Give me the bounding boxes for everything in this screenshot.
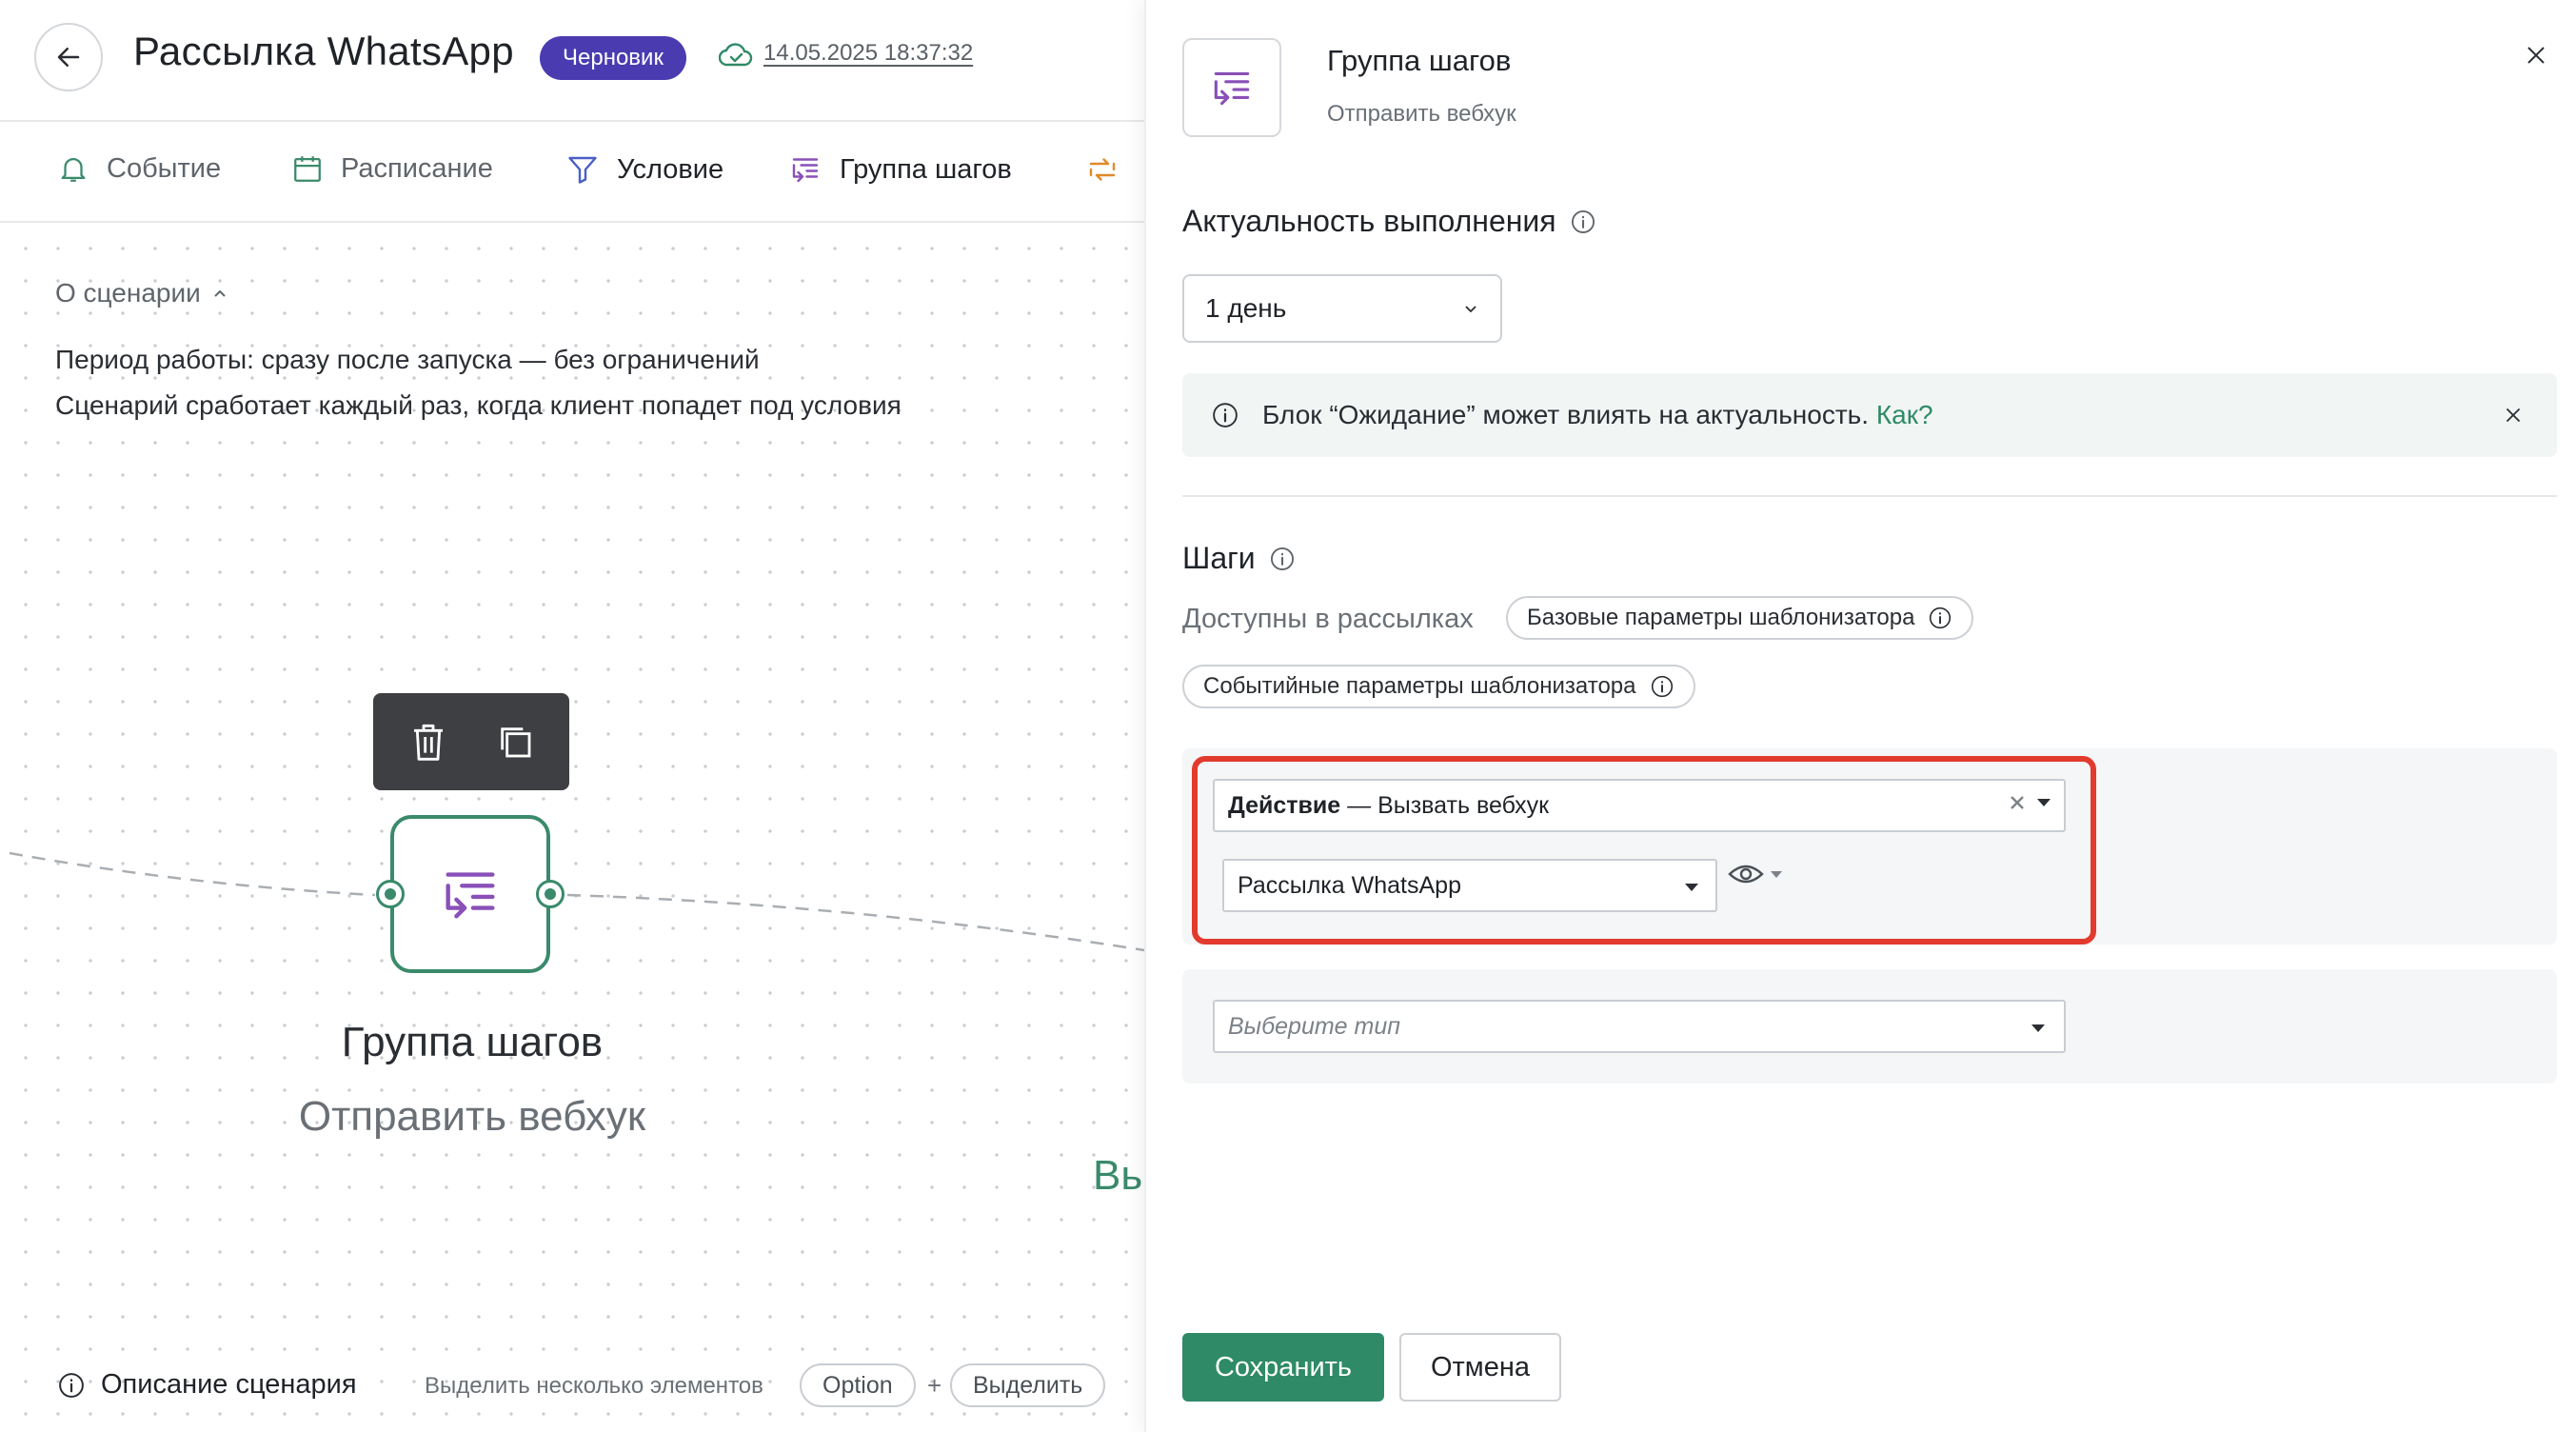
steps-title-text: Шаги (1182, 541, 1256, 575)
palette-item-next[interactable] (1085, 152, 1120, 187)
status-badge: Черновик (540, 36, 686, 80)
panel-title: Группа шагов (1327, 44, 1512, 77)
copy-icon (500, 727, 530, 758)
available-in-mailings-label: Доступны в рассылках (1182, 604, 1474, 634)
waiting-block-notice: Блок “Ожидание” может влиять на актуальн… (1182, 373, 2557, 457)
info-icon (1651, 675, 1673, 698)
close-icon (2506, 408, 2521, 423)
chip-label: Событийные параметры шаблонизатора (1203, 673, 1636, 699)
plus-sign: + (927, 1371, 942, 1400)
relevance-value: 1 день (1205, 293, 1287, 323)
scenario-header: Рассылка WhatsApp Черновик 14.05.2025 18… (0, 0, 1144, 122)
close-icon (2527, 47, 2545, 64)
info-icon (59, 1372, 84, 1398)
trash-icon (413, 724, 443, 761)
close-panel-button[interactable] (2517, 36, 2555, 74)
palette-item-condition[interactable]: Условие (565, 152, 723, 187)
section-divider (1182, 495, 2557, 497)
dismiss-notice-button[interactable] (2494, 396, 2532, 434)
basic-template-params-chip[interactable]: Базовые параметры шаблонизатора (1506, 596, 1974, 640)
relevance-section-title: Актуальность выполнения (1182, 204, 1596, 239)
relevance-title-text: Актуальность выполнения (1182, 204, 1556, 238)
about-toggle-label: О сценарии (55, 278, 201, 308)
next-node-label-partial: Вь (1093, 1152, 1143, 1199)
palette-item-schedule[interactable]: Расписание (291, 152, 493, 185)
block-palette: Событие Расписание Условие Группа шагов (0, 124, 1144, 223)
palette-item-label: Группа шагов (840, 153, 1012, 185)
description-link-label: Описание сценария (101, 1369, 357, 1400)
filter-icon (568, 156, 597, 184)
info-icon[interactable] (1269, 546, 1296, 572)
delete-node-button[interactable] (395, 708, 462, 775)
node-output-port[interactable] (536, 880, 565, 908)
calendar-icon (294, 156, 321, 182)
palette-item-label: Событие (107, 152, 222, 184)
notice-how-link[interactable]: Как? (1876, 400, 1933, 429)
bell-icon (61, 158, 86, 182)
highlight-frame (1192, 756, 2096, 945)
info-icon (1930, 607, 1952, 629)
dropdown-caret-icon (2031, 1024, 2045, 1032)
info-icon (1213, 403, 1238, 428)
cloud-check-icon (719, 43, 753, 67)
notice-text: Блок “Ожидание” может влиять на актуальн… (1262, 400, 1870, 429)
about-scenario-toggle[interactable]: О сценарии (55, 278, 228, 308)
chevron-down-icon (1465, 306, 1476, 313)
node-title: Группа шагов (341, 1019, 604, 1065)
step-group-icon (446, 872, 495, 919)
step-type-select[interactable]: Выберите тип (1213, 1000, 2066, 1053)
step-group-icon (1214, 71, 1250, 106)
multi-select-hint: Выделить несколько элементов (425, 1373, 763, 1399)
route-icon (1089, 158, 1116, 181)
step-group-icon (792, 158, 819, 183)
steps-section-title: Шаги (1182, 541, 1296, 576)
duplicate-node-button[interactable] (482, 708, 548, 775)
option-key-badge: Option (800, 1363, 916, 1407)
select-key-badge: Выделить (950, 1363, 1106, 1407)
info-icon[interactable] (1570, 209, 1596, 235)
event-template-params-chip[interactable]: Событийные параметры шаблонизатора (1182, 665, 1695, 708)
step-group-node[interactable] (390, 815, 550, 973)
node-input-port[interactable] (376, 880, 405, 908)
canvas-footer: Описание сценария Выделить несколько эле… (0, 1350, 1144, 1432)
about-trigger-text: Сценарий сработает каждый раз, когда кли… (55, 390, 902, 420)
node-subtitle: Отправить вебхук (298, 1093, 646, 1140)
panel-subtitle: Отправить вебхук (1327, 101, 1516, 127)
about-period-text: Период работы: сразу после запуска — без… (55, 345, 760, 374)
palette-item-step-group[interactable]: Группа шагов (788, 152, 1012, 187)
node-toolbar (373, 693, 569, 790)
palette-item-label: Расписание (341, 152, 493, 184)
chevron-up-icon (214, 289, 226, 297)
panel-block-icon (1182, 38, 1281, 137)
palette-item-event[interactable]: Событие (57, 152, 221, 185)
cancel-button[interactable]: Отмена (1399, 1333, 1561, 1402)
scenario-canvas-area: Рассылка WhatsApp Черновик 14.05.2025 18… (0, 0, 1144, 1432)
palette-item-label: Условие (617, 153, 724, 185)
step-settings-panel: Группа шагов Отправить вебхук Актуальнос… (1144, 0, 2576, 1432)
back-button[interactable] (34, 23, 103, 91)
chip-label: Базовые параметры шаблонизатора (1527, 605, 1915, 630)
scenario-description-link[interactable]: Описание сценария (57, 1369, 357, 1401)
arrow-left-icon (57, 48, 80, 67)
saved-timestamp[interactable]: 14.05.2025 18:37:32 (763, 40, 973, 67)
relevance-select[interactable]: 1 день (1182, 274, 1502, 343)
page-title: Рассылка WhatsApp (133, 29, 514, 73)
step-type-placeholder: Выберите тип (1228, 1012, 1401, 1040)
save-button[interactable]: Сохранить (1182, 1333, 1384, 1402)
